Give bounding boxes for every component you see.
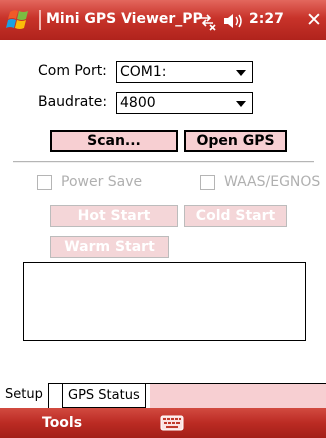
window-title: Mini GPS Viewer_PP xyxy=(46,11,203,27)
baudrate-select[interactable]: 4800 xyxy=(116,92,253,114)
chevron-down-icon xyxy=(236,70,246,76)
checkbox-box xyxy=(200,175,215,190)
clock[interactable]: 2:27 xyxy=(249,11,284,27)
com-port-select[interactable]: COM1: xyxy=(116,61,253,83)
tab-gps-status[interactable]: GPS Status xyxy=(62,383,146,408)
scan-button[interactable]: Scan... xyxy=(50,130,178,152)
chevron-down-icon xyxy=(236,101,246,107)
cold-start-button[interactable]: Cold Start xyxy=(184,205,287,227)
keyboard-icon[interactable] xyxy=(160,415,184,431)
hot-start-button[interactable]: Hot Start xyxy=(50,205,178,227)
baudrate-value: 4800 xyxy=(120,95,156,111)
open-gps-button[interactable]: Open GPS xyxy=(184,130,287,152)
output-listbox[interactable] xyxy=(23,262,306,341)
tools-menu[interactable]: Tools xyxy=(42,415,82,431)
power-save-label: Power Save xyxy=(61,174,143,190)
tab-setup[interactable]: Setup xyxy=(0,383,49,408)
checkbox-box xyxy=(37,175,52,190)
waas-egnos-label: WAAS/EGNOS xyxy=(224,174,321,190)
separator xyxy=(13,161,314,163)
volume-icon[interactable] xyxy=(222,11,244,31)
com-port-value: COM1: xyxy=(120,64,167,80)
title-divider xyxy=(39,10,41,30)
tab-strip: Setup GPS Status xyxy=(0,383,326,408)
connectivity-icon[interactable] xyxy=(197,11,217,31)
title-bar: Mini GPS Viewer_PP 2:27 ✕ xyxy=(0,0,326,40)
menu-bar: Tools xyxy=(0,408,326,438)
com-port-label: Com Port: xyxy=(38,63,107,79)
windows-start-icon[interactable] xyxy=(4,6,34,34)
warm-start-button[interactable]: Warm Start xyxy=(50,236,169,258)
baudrate-label: Baudrate: xyxy=(38,94,108,110)
close-icon[interactable]: ✕ xyxy=(304,8,324,32)
tab-strip-fill xyxy=(150,384,326,408)
tab-strip-line xyxy=(0,383,326,384)
